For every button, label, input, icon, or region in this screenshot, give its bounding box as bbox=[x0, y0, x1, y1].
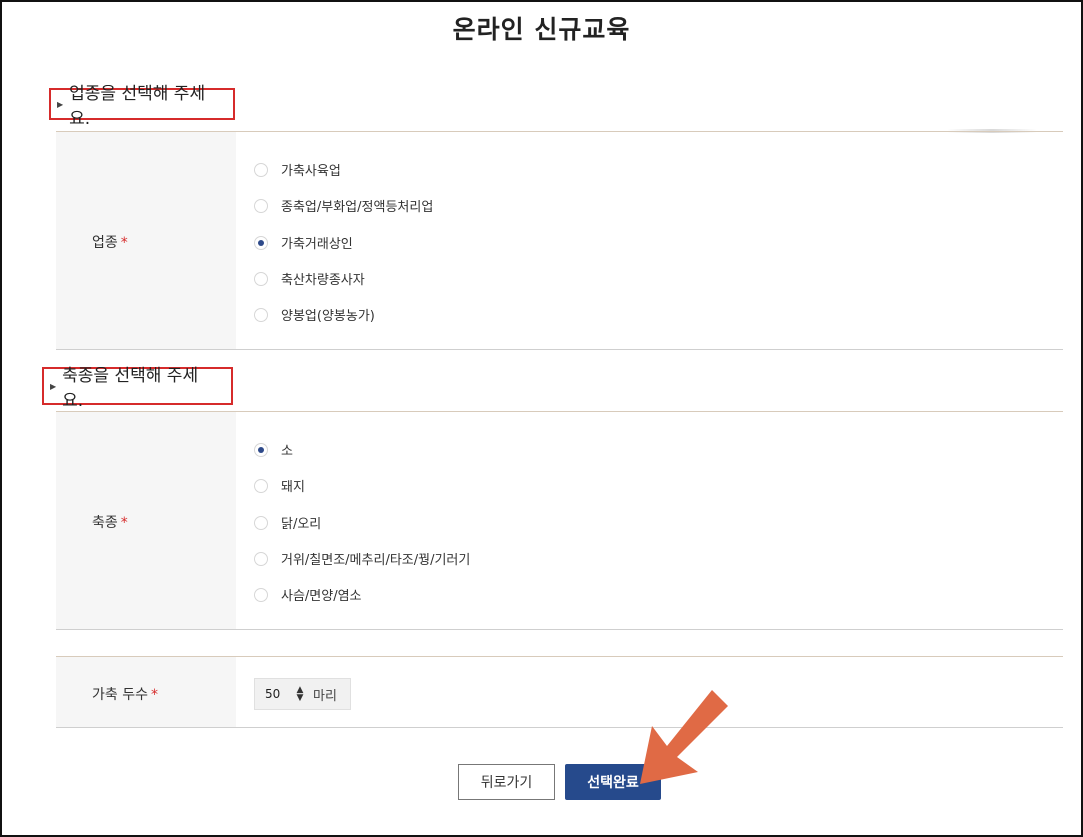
industry-option-label: 축산차량종사자 bbox=[281, 273, 365, 288]
back-button[interactable]: 뒤로가기 bbox=[458, 764, 555, 800]
radio-button[interactable] bbox=[254, 162, 268, 177]
radio-button[interactable] bbox=[254, 515, 268, 530]
triangle-icon: ▶ bbox=[50, 381, 57, 391]
species-option-label: 돼지 bbox=[281, 480, 305, 495]
species-label-cell bbox=[56, 412, 236, 629]
head-count-label: 가축 두수 * bbox=[92, 684, 158, 704]
species-option-2[interactable]: 닭/오리 bbox=[254, 513, 321, 532]
pointer-arrow-icon bbox=[640, 690, 728, 784]
species-option-label: 소 bbox=[281, 444, 293, 459]
species-option-1[interactable]: 돼지 bbox=[254, 476, 305, 495]
radio-button[interactable] bbox=[254, 307, 268, 322]
species-label: 축종 * bbox=[92, 512, 128, 532]
head-count-input[interactable]: 50 bbox=[255, 687, 293, 701]
industry-heading-text: 업종을 선택해 주세요. bbox=[69, 84, 206, 129]
industry-option-label: 가축사육업 bbox=[281, 164, 341, 179]
industry-option-4[interactable]: 양봉업(양봉농가) bbox=[254, 305, 375, 324]
required-mark: * bbox=[120, 515, 128, 531]
radio-button[interactable] bbox=[254, 271, 268, 286]
industry-option-label: 종축업/부화업/정액등처리업 bbox=[281, 200, 434, 215]
industry-label-text: 업종 bbox=[92, 235, 118, 251]
spinner-arrows-icon[interactable]: ▲ ▼ bbox=[293, 686, 307, 703]
species-option-4[interactable]: 사슴/면양/염소 bbox=[254, 585, 362, 604]
industry-label: 업종 * bbox=[92, 232, 128, 252]
industry-label-cell bbox=[56, 132, 236, 349]
page-frame: 온라인 신규교육 ▶ 업종을 선택해 주세요. 업종 * 가축사육업 종축업/부화… bbox=[0, 0, 1083, 837]
species-label-text: 축종 bbox=[92, 515, 118, 531]
required-mark: * bbox=[150, 687, 158, 703]
species-section-heading: ▶ 축종을 선택해 주세요. bbox=[42, 366, 233, 411]
industry-option-2[interactable]: 가축거래상인 bbox=[254, 233, 353, 252]
industry-option-label: 가축거래상인 bbox=[281, 237, 353, 252]
species-heading-text: 축종을 선택해 주세요. bbox=[62, 366, 199, 411]
industry-option-0[interactable]: 가축사육업 bbox=[254, 160, 341, 179]
species-panel: 축종 * 소 돼지 닭/오리 거위/칠면조/메추리/타조/꿩/기러기 사슴/면양/… bbox=[56, 411, 1063, 630]
radio-button[interactable] bbox=[254, 587, 268, 602]
industry-option-label: 양봉업(양봉농가) bbox=[281, 309, 375, 324]
head-count-panel: 가축 두수 * 50 ▲ ▼ 마리 bbox=[56, 656, 1063, 728]
head-count-stepper[interactable]: 50 ▲ ▼ 마리 bbox=[254, 678, 351, 710]
radio-button[interactable] bbox=[254, 198, 268, 213]
industry-panel: 업종 * 가축사육업 종축업/부화업/정액등처리업 가축거래상인 축산차량종사자 … bbox=[56, 131, 1063, 350]
radio-button-selected[interactable] bbox=[254, 442, 268, 457]
triangle-icon: ▶ bbox=[57, 99, 64, 109]
species-option-3[interactable]: 거위/칠면조/메추리/타조/꿩/기러기 bbox=[254, 549, 470, 568]
radio-button[interactable] bbox=[254, 551, 268, 566]
species-option-0[interactable]: 소 bbox=[254, 440, 293, 459]
industry-option-1[interactable]: 종축업/부화업/정액등처리업 bbox=[254, 196, 433, 215]
species-option-label: 거위/칠면조/메추리/타조/꿩/기러기 bbox=[281, 553, 471, 568]
radio-button[interactable] bbox=[254, 478, 268, 493]
arrow-shape bbox=[640, 690, 728, 784]
species-option-label: 사슴/면양/염소 bbox=[281, 589, 362, 604]
industry-option-3[interactable]: 축산차량종사자 bbox=[254, 269, 365, 288]
page-title: 온라인 신규교육 bbox=[452, 15, 631, 44]
required-mark: * bbox=[120, 235, 128, 251]
species-option-label: 닭/오리 bbox=[281, 517, 322, 532]
head-count-label-text: 가축 두수 bbox=[92, 687, 148, 703]
head-count-unit: 마리 bbox=[313, 688, 337, 704]
radio-button-selected[interactable] bbox=[254, 235, 268, 250]
industry-section-heading: ▶ 업종을 선택해 주세요. bbox=[49, 84, 235, 129]
